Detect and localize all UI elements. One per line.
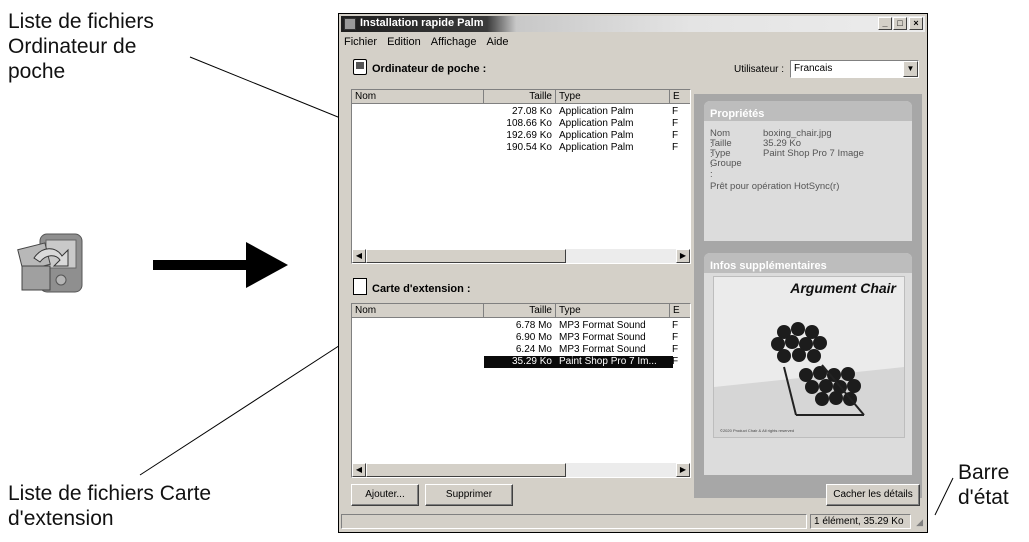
user-select-value: Francais xyxy=(794,63,833,74)
scroll-left-icon[interactable]: ◀ xyxy=(352,249,366,263)
quick-install-window: Installation rapide Palm _ □ × Fichier E… xyxy=(338,13,928,533)
menu-aide[interactable]: Aide xyxy=(484,34,513,48)
add-button[interactable]: Ajouter... xyxy=(351,484,419,506)
status-bar: 1 élément, 35.29 Ko ◢ xyxy=(341,513,925,530)
file-size: 35.29 Ko xyxy=(484,356,556,368)
file-extra: F xyxy=(672,320,679,331)
user-select[interactable]: Francais ▼ xyxy=(790,60,919,78)
arrow-head-icon xyxy=(246,242,288,288)
list-item[interactable]: 05OneX.mp36.78 MoMP3 Format SoundF xyxy=(352,320,690,332)
list-item[interactable]: Tour_enUS.prc192.69 KoApplication PalmF xyxy=(352,130,690,142)
properties-title: Propriétés xyxy=(710,108,765,120)
file-type: MP3 Format Sound xyxy=(559,344,646,355)
user-label: Utilisateur : xyxy=(734,64,785,75)
file-size: 190.54 Ko xyxy=(506,142,552,153)
file-type: Application Palm xyxy=(559,142,634,153)
handheld-horizontal-scrollbar[interactable]: ◀ ▶ xyxy=(352,249,690,263)
column-header-type[interactable]: Type xyxy=(556,90,670,104)
extra-info-panel: Infos supplémentaires Argument Chair ©20… xyxy=(704,253,912,475)
list-item[interactable]: 08Breath.mp36.24 MoMP3 Format SoundF xyxy=(352,344,690,356)
menu-affichage[interactable]: Affichage xyxy=(428,34,481,48)
extra-info-title: Infos supplémentaires xyxy=(710,260,827,272)
menu-edition[interactable]: Edition xyxy=(384,34,425,48)
status-text: 1 élément, 35.29 Ko xyxy=(810,514,911,529)
file-type: MP3 Format Sound xyxy=(559,320,646,331)
list-item[interactable]: boxing_chair.jpg35.29 KoPaint Shop Pro 7… xyxy=(352,356,690,368)
file-type: Application Palm xyxy=(559,106,634,117)
minimize-button[interactable]: _ xyxy=(878,17,892,30)
delete-button[interactable]: Supprimer xyxy=(425,484,513,506)
scroll-right-icon[interactable]: ▶ xyxy=(676,463,690,477)
column-header-name[interactable]: Nom xyxy=(352,304,484,318)
card-icon xyxy=(353,278,367,295)
preview-caption: ©2020 Product Chair & All rights reserve… xyxy=(720,428,795,433)
file-size: 6.24 Mo xyxy=(515,344,552,355)
title-bar[interactable]: Installation rapide Palm _ □ × xyxy=(341,16,925,32)
file-extra: F xyxy=(672,130,679,141)
scroll-left-icon[interactable]: ◀ xyxy=(352,463,366,477)
file-size: 6.90 Mo xyxy=(515,332,552,343)
card-file-list[interactable]: Nom Taille Type E 05OneX.mp36.78 MoMP3 F… xyxy=(351,303,691,478)
card-title: Carte d'extension : xyxy=(372,283,471,295)
card-list-header: Nom Taille Type E xyxy=(352,304,690,318)
file-type: Application Palm xyxy=(559,130,634,141)
image-preview: Argument Chair ©2020 Product Chair & All… xyxy=(713,276,905,438)
list-item[interactable]: Tour_frFR.prc190.54 KoApplication PalmF xyxy=(352,142,690,154)
details-pane: Propriétés Nom : boxing_chair.jpg Taille… xyxy=(694,94,922,498)
column-header-type[interactable]: Type xyxy=(556,304,670,318)
column-header-name[interactable]: Nom xyxy=(352,90,484,104)
list-item[interactable]: 06Strive.mp36.90 MoMP3 Format SoundF xyxy=(352,332,690,344)
scroll-thumb[interactable] xyxy=(366,249,566,263)
file-size: 192.69 Ko xyxy=(506,130,552,141)
menu-fichier[interactable]: Fichier xyxy=(341,34,381,48)
resize-grip-icon[interactable]: ◢ xyxy=(916,517,923,528)
quick-install-app-icon xyxy=(17,233,83,293)
file-extra: F xyxy=(672,344,679,355)
leader-status xyxy=(934,477,954,516)
status-cell-empty xyxy=(341,514,807,529)
file-extra: F xyxy=(672,356,679,367)
handheld-icon xyxy=(353,59,367,75)
hotsync-status: Prêt pour opération HotSync(r) xyxy=(710,181,840,192)
file-extra: F xyxy=(672,332,679,343)
list-item[interactable]: MMUpgrade.prc27.08 KoApplication PalmF xyxy=(352,106,690,118)
scroll-right-icon[interactable]: ▶ xyxy=(676,249,690,263)
column-header-size[interactable]: Taille xyxy=(484,304,556,318)
chevron-down-icon[interactable]: ▼ xyxy=(903,61,918,77)
menu-bar: Fichier Edition Affichage Aide xyxy=(341,34,925,50)
leader-card xyxy=(139,326,369,476)
file-type: Application Palm xyxy=(559,118,634,129)
file-extra: F xyxy=(672,142,679,153)
list-item[interactable]: Tour.prc108.66 KoApplication PalmF xyxy=(352,118,690,130)
column-header-e[interactable]: E xyxy=(670,90,690,104)
file-type: Paint Shop Pro 7 Im... xyxy=(556,356,673,368)
handheld-file-list[interactable]: Nom Taille Type E MMUpgrade.prc27.08 KoA… xyxy=(351,89,691,264)
file-extra: F xyxy=(672,118,679,129)
hide-details-button[interactable]: Cacher les détails xyxy=(826,484,920,506)
window-title: Installation rapide Palm xyxy=(360,17,484,29)
column-header-size[interactable]: Taille xyxy=(484,90,556,104)
file-size: 6.78 Mo xyxy=(515,320,552,331)
card-horizontal-scrollbar[interactable]: ◀ ▶ xyxy=(352,463,690,477)
file-size: 27.08 Ko xyxy=(511,106,552,117)
column-header-e[interactable]: E xyxy=(670,304,690,318)
scroll-thumb[interactable] xyxy=(366,463,566,477)
file-type: MP3 Format Sound xyxy=(559,332,646,343)
maximize-button[interactable]: □ xyxy=(893,17,907,30)
window-app-icon xyxy=(344,18,356,30)
file-size: 108.66 Ko xyxy=(506,118,552,129)
handheld-list-header: Nom Taille Type E xyxy=(352,90,690,104)
arrow-shaft xyxy=(153,260,251,270)
handheld-title: Ordinateur de poche : xyxy=(372,63,487,75)
chair-image xyxy=(714,322,904,437)
close-button[interactable]: × xyxy=(909,17,923,30)
file-extra: F xyxy=(672,106,679,117)
properties-panel: Propriétés Nom : boxing_chair.jpg Taille… xyxy=(704,101,912,241)
